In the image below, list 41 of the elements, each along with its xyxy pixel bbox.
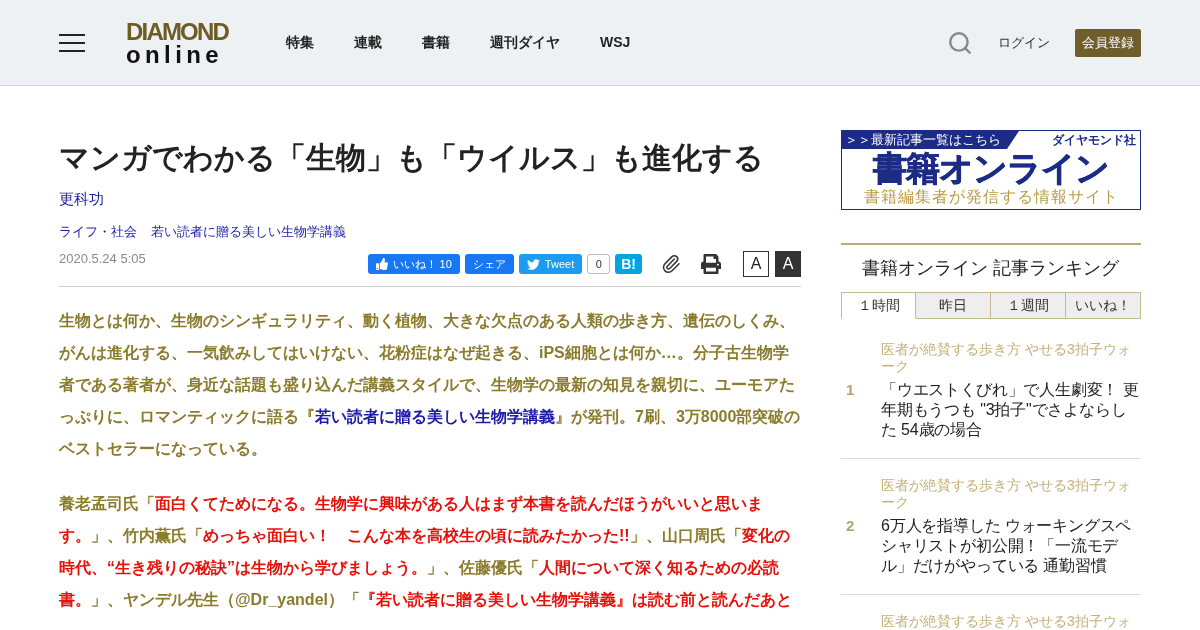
bird-icon xyxy=(526,257,540,271)
ranking-tab[interactable]: １時間 xyxy=(841,292,916,319)
logo[interactable]: DIAMOND online xyxy=(125,19,232,66)
ranking-headline[interactable]: 6万人を指導した ウォーキングスペシャリストが初公開！「一流モデル」だけがやっている 通勤習慣 xyxy=(881,516,1141,576)
category-link[interactable]: 若い読者に贈る美しい生物学講義 xyxy=(151,222,346,242)
ranking-title: 書籍オンライン 記事ランキング xyxy=(861,257,1121,280)
login-link[interactable]: ログイン xyxy=(998,33,1050,52)
banner-tagline: 書籍編集者が発信する情報サイト xyxy=(863,187,1119,207)
tweet-count: 0 xyxy=(587,254,611,274)
nav-link[interactable]: 週刊ダイヤ xyxy=(490,33,561,52)
banner-title: 書籍オンライン xyxy=(873,150,1109,187)
ranking-tab[interactable]: 昨日 xyxy=(916,292,991,319)
publish-date: 2020.5.24 5:05 xyxy=(59,251,146,267)
search-icon[interactable] xyxy=(947,29,973,56)
ranking-tab[interactable]: １週間 xyxy=(991,292,1066,319)
nav-link[interactable]: 特集 xyxy=(286,33,315,52)
ranking-tab[interactable]: いいね！ xyxy=(1066,292,1141,319)
banner[interactable]: ＞＞最新記事一覧はこちら ダイヤモンド社 書籍オンライン 書籍編集者が発信する情報サイト xyxy=(841,130,1141,210)
register-button[interactable]: 会員登録 xyxy=(1075,28,1141,57)
paperclip-icon[interactable] xyxy=(661,254,681,274)
ranking-headline[interactable]: 「ウエストくびれ」で人生劇変！ 更年期もうつも "3拍子"でさよならした 54歳の場合 xyxy=(881,380,1141,440)
book-link[interactable]: 若い読者に贈る美しい生物学講義 xyxy=(315,408,555,425)
like-button[interactable]: いいね！ 10 xyxy=(367,254,460,274)
share-button[interactable]: シェア xyxy=(464,254,514,274)
article-paragraph: 養老孟司氏「面白くてためになる。生物学に興味がある人はまず本書を読んだほうがいいと思います。」、竹内薫氏「めっちゃ面白い！ こんな本を高校生の頃に読みたかった!!」、山口周氏「変化の時代、“生き残りの秘訣”は生物から学びましょう。」、佐藤優氏「人間について深く知るための必読書。」、ヤンデル先生（@Dr_yandel）「『若い読者に贈る美しい生物学講義』は読む前と読んだあと xyxy=(59,494,793,610)
font-size-button[interactable]: A xyxy=(775,251,801,277)
rank-number: 1 xyxy=(845,380,856,400)
article-paragraph: 生物とは何か、生物のシンギュラリティ、動く植物、大きな欠点のある人類の歩き方、遺伝のしくみ、がんは進化する、一気飲みしてはいけない、花粉症はなぜ起きる、iPS細胞とは何か…。分子古生物学者である著者が、身近な話題も盛り込んだ講義スタイルで、生物学の最新の知見を親切に、ユーモアたっぷりに、ロマンティックに語る『若い読者に贈る美しい生物学講義』が発刊。7刷、3万8000部突破のベストセラーになっている。 xyxy=(59,311,801,460)
font-size-button[interactable]: A xyxy=(743,251,769,277)
category-link[interactable]: ライフ・社会 xyxy=(59,222,137,242)
menu-icon[interactable] xyxy=(59,33,85,52)
banner-tag[interactable]: ＞＞最新記事一覧はこちら xyxy=(842,131,1019,149)
print-icon[interactable] xyxy=(701,254,721,274)
publisher-label: ダイヤモンド社 xyxy=(1052,132,1137,149)
thumbs-up-icon xyxy=(375,258,388,270)
nav-link[interactable]: WSJ xyxy=(600,33,631,52)
article-title: マンガでわかる「生物」も「ウイルス」も進化する xyxy=(59,140,764,176)
nav-link[interactable]: 連載 xyxy=(354,33,383,52)
author-link[interactable]: 更科功 xyxy=(59,188,104,210)
nav-link[interactable]: 書籍 xyxy=(422,33,451,52)
rank-number: 2 xyxy=(845,516,856,536)
